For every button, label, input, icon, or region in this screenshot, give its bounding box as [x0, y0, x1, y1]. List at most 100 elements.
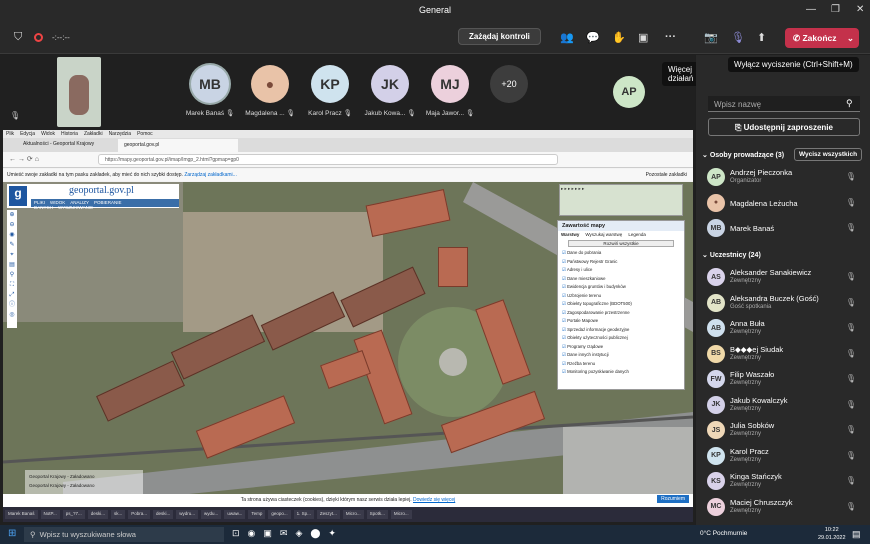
inner-taskbar-item[interactable]: Zeszyt... [316, 510, 340, 519]
participant-row[interactable]: KS Kinga Stańczyk Zewnętrzny 🎙 [696, 469, 870, 495]
mic-muted-icon[interactable]: 🎙 [846, 476, 856, 485]
chat-icon[interactable]: 💬 [586, 31, 600, 44]
participant-tile[interactable]: MJ Maja Jawor... 🎙 [420, 65, 480, 117]
mic-muted-icon[interactable]: 🎙 [846, 349, 856, 358]
expand-all-button[interactable]: Rozwiń wszystkie [568, 240, 674, 247]
layer-item[interactable]: ☑ Rzeźba terenu [562, 360, 684, 369]
checkbox-icon[interactable]: ☑ [562, 344, 566, 349]
reactions-icon[interactable]: ✋ [612, 31, 626, 44]
mic-muted-icon[interactable]: 🎙 [846, 425, 856, 434]
geoportal-menu-item[interactable]: WYSZUKIWANIE [58, 205, 93, 210]
rooms-icon[interactable]: ▣ [638, 31, 648, 44]
participant-tile[interactable]: KP Karol Pracz 🎙 [300, 65, 360, 117]
layer-item[interactable]: ☑ Programy rządowe [562, 343, 684, 352]
mic-muted-icon[interactable]: 🎙 [846, 502, 856, 511]
inner-taskbar-item[interactable]: deski... [87, 510, 108, 519]
layer-item[interactable]: ☑ Adresy i ulice [562, 266, 684, 275]
checkbox-icon[interactable]: ☑ [562, 301, 566, 306]
tab-aktualnosci[interactable]: Aktualności - Geoportal Krajowy [23, 141, 94, 147]
pinned-apps[interactable]: ⊡◉▣✉◈⬤✦ [232, 528, 344, 539]
mute-all-button[interactable]: Wycisz wszystkich [794, 148, 863, 161]
geoportal-map[interactable]: g geoportal.gov.pl PLIKI WIDOK ANALIZY POBI… [3, 182, 693, 507]
browser-menu-item[interactable]: Edycja [20, 131, 35, 137]
cookie-accept-button[interactable]: Rozumiem [657, 495, 689, 503]
participant-row[interactable]: AS Aleksander Sanakiewicz Zewnętrzny 🎙 [696, 265, 870, 291]
layer-item[interactable]: ☑ Ewidencja gruntów i budynków [562, 283, 684, 292]
inner-taskbar-item[interactable]: Temp [248, 510, 266, 519]
tab-layers[interactable]: Warstwy [561, 232, 579, 237]
mic-muted-icon[interactable]: 🎙 [846, 374, 856, 383]
layer-item[interactable]: ☑ Portale Mapowe [562, 317, 684, 326]
inner-taskbar-item[interactable]: wydu... [201, 510, 222, 519]
mic-muted-icon[interactable]: 🎙 [846, 451, 856, 460]
checkbox-icon[interactable]: ☑ [562, 310, 566, 315]
layer-item[interactable]: ☑ Obiekty topograficzne (BDOT500) [562, 300, 684, 309]
search-icon[interactable]: ⚲ [846, 98, 853, 109]
participant-row[interactable]: BS B◆◆◆ej Siudak Zewnętrzny 🎙 [696, 342, 870, 368]
checkbox-icon[interactable]: ☑ [562, 259, 566, 264]
url-bar[interactable]: https://mapy.geoportal.gov.pl/imap/Imgp_… [98, 154, 558, 165]
inner-taskbar-item[interactable]: Pobra... [128, 510, 151, 519]
inner-taskbar-item[interactable]: 1. Sp... [293, 510, 314, 519]
inner-taskbar-item[interactable]: NotP... [40, 510, 60, 519]
mic-off-icon[interactable]: 🎙 [731, 31, 745, 44]
inner-taskbar-item[interactable]: deski... [153, 510, 174, 519]
inner-taskbar-item[interactable]: Marek Banaś [5, 510, 38, 519]
contents-tabs[interactable]: Warstwy Wyszukaj warstwę Legenda [558, 231, 684, 238]
tab-geoportal[interactable]: geoportal.gov.pl [118, 139, 238, 152]
checkbox-icon[interactable]: ☑ [562, 327, 566, 332]
participant-tile[interactable]: MB Marek Banaś 🎙 [180, 65, 240, 117]
browser-menu-item[interactable]: Zakładki [84, 131, 103, 137]
checkbox-icon[interactable]: ☑ [562, 276, 566, 281]
tab-search-layer[interactable]: Wyszukaj warstwę [585, 232, 622, 237]
checkbox-icon[interactable]: ☑ [562, 293, 566, 298]
presenters-header[interactable]: ⌄ Osoby prowadzące (3) [702, 151, 784, 159]
checkbox-icon[interactable]: ☑ [562, 335, 566, 340]
checkbox-icon[interactable]: ☑ [562, 369, 566, 374]
checkbox-icon[interactable]: ☑ [562, 284, 566, 289]
layer-item[interactable]: ☑ Sprzedaż informacje geodezyjne [562, 326, 684, 335]
maximize-icon[interactable]: ❐ [831, 4, 840, 15]
participant-row[interactable]: KP Karol Pracz Zewnętrzny 🎙 [696, 444, 870, 470]
more-actions-icon[interactable]: ··· [665, 31, 676, 43]
checkbox-icon[interactable]: ☑ [562, 250, 566, 255]
layer-item[interactable]: ☑ Monitoring pozyskiwanie danych [562, 368, 684, 377]
bookmark-manage-link[interactable]: Zarządzaj zakładkami... [184, 172, 237, 178]
inner-taskbar-item[interactable]: Micro... [390, 510, 412, 519]
mic-on-icon[interactable]: 🎙 [846, 223, 856, 232]
participant-row[interactable]: JK Jakub Kowalczyk Zewnętrzny 🎙 [696, 393, 870, 419]
map-tools-column[interactable]: ⊕ ⊖ ◉ ✎ ⌖ ▤ ⚲ ⛶ ⤢ ⓘ ◎ [7, 210, 17, 328]
inner-taskbar-item[interactable]: ps_?7... [62, 510, 85, 519]
participant-row[interactable]: JS Julia Sobków Zewnętrzny 🎙 [696, 418, 870, 444]
inner-taskbar-item[interactable]: sk... [110, 510, 126, 519]
overflow-participants[interactable]: +20 [490, 65, 528, 103]
participant-row[interactable]: AB Anna Buła Zewnętrzny 🎙 [696, 316, 870, 342]
mic-muted-icon[interactable]: 🎙 [846, 272, 856, 281]
participant-row[interactable]: FW Filip Waszało Zewnętrzny 🎙 [696, 367, 870, 393]
share-screen-icon[interactable]: ⬆ [757, 31, 766, 44]
cookie-link[interactable]: Dowiedz się więcej [413, 497, 455, 503]
geoportal-menu[interactable]: PLIKI WIDOK ANALIZY POBIERANIE DANYCH WYSZUK… [31, 199, 179, 210]
layer-item[interactable]: ☑ Uzbrojenie terenu [562, 292, 684, 301]
clock[interactable]: 10:22 29.01.2022 [818, 526, 846, 542]
checkbox-icon[interactable]: ☑ [562, 267, 566, 272]
browser-menu-item[interactable]: Historia [61, 131, 78, 137]
back-icon[interactable]: ← → ⟳ ⌂ [9, 155, 39, 163]
participant-row[interactable]: MC Maciej Chruszczyk Zewnętrzny 🎙 [696, 495, 870, 521]
attendees-header[interactable]: ⌄ Uczestnicy (24) [702, 251, 761, 259]
inner-taskbar-item[interactable]: uwaw... [224, 510, 246, 519]
mic-muted-icon[interactable]: 🎙 [846, 323, 856, 332]
notifications-icon[interactable]: ▤ [852, 529, 861, 540]
participant-tile[interactable]: JK Jakub Kowa... 🎙 [360, 65, 420, 117]
participant-row[interactable]: AB Aleksandra Buczek (Gość) Gość spotkan… [696, 291, 870, 317]
taskbar-search[interactable]: ⚲ Wpisz tu wyszukiwane słowa [24, 527, 224, 542]
other-bookmarks[interactable]: Pozostałe zakładki [646, 172, 687, 178]
camera-off-icon[interactable]: 📷 [704, 31, 718, 44]
people-icon[interactable]: 👥 [560, 31, 574, 44]
close-icon[interactable]: ✕ [856, 4, 864, 15]
browser-menu-item[interactable]: Plik [6, 131, 14, 137]
request-control-button[interactable]: Zażądaj kontroli [458, 28, 541, 45]
participant-row[interactable]: MB Marek Banaś 🎙 [696, 216, 870, 242]
layer-item[interactable]: ☑ Zagospodarowanie przestrzenne [562, 309, 684, 318]
inner-taskbar-item[interactable]: geopo... [268, 510, 291, 519]
